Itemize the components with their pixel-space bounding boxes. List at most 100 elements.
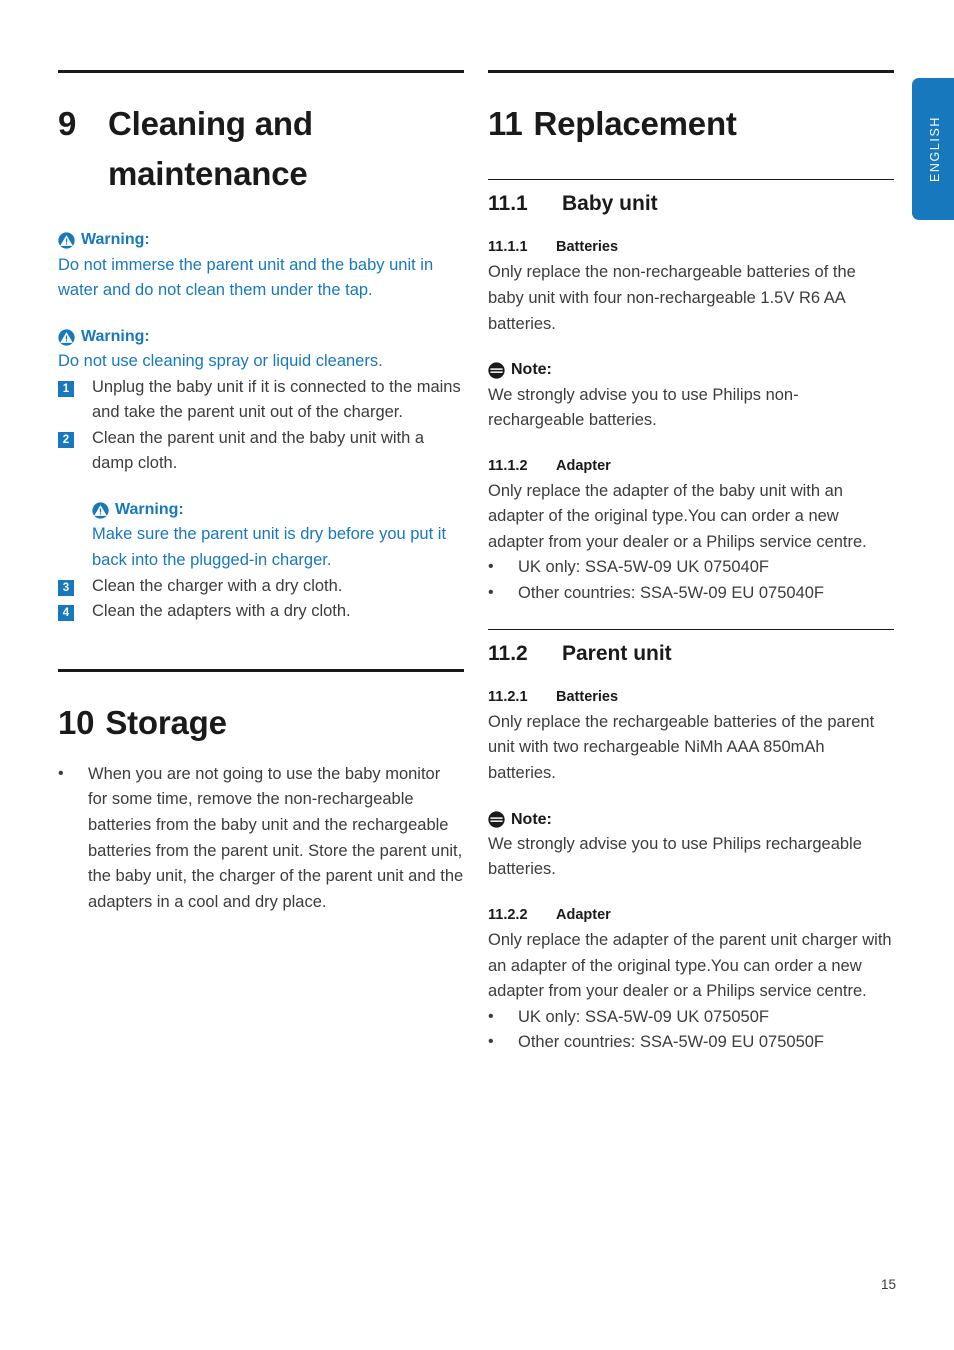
section-11-1-1-heading: 11.1.1 Batteries: [488, 237, 894, 258]
section-11-2-2-text: Only replace the adapter of the parent u…: [488, 931, 892, 1001]
step-text: Clean the adapters with a dry cloth.: [92, 602, 351, 621]
step-item: 1 Unplug the baby unit if it is connecte…: [58, 375, 464, 426]
section-11-2-2-number: 11.2.2: [488, 907, 528, 924]
bullet-text: When you are not going to use the baby m…: [88, 764, 464, 911]
cleaning-steps-b: 3 Clean the charger with a dry cloth. 4 …: [58, 574, 464, 625]
chapter-9-title-line1: Cleaning and: [108, 105, 313, 142]
bullet-marker: •: [488, 583, 494, 601]
warning-block-2: Warning: Do not use cleaning spray or li…: [58, 326, 464, 375]
warning-3-header: Warning:: [92, 499, 464, 521]
chapter-rule-top: [58, 70, 464, 73]
section-11-2-1-text: Only replace the rechargeable batteries …: [488, 712, 875, 782]
section-11-2-title: Parent unit: [562, 641, 672, 665]
step-number-badge: 1: [58, 380, 74, 397]
bullet-marker: •: [58, 764, 64, 782]
section-11-1-rule: [488, 179, 894, 181]
step-item: 4 Clean the adapters with a dry cloth.: [58, 599, 464, 625]
section-11-1-1-title: Batteries: [556, 239, 619, 256]
section-11-1-title: Baby unit: [562, 192, 658, 216]
section-11-1-1-number: 11.1.1: [488, 239, 528, 256]
section-11-2-rule: [488, 628, 894, 630]
warning-3-label: Warning:: [115, 501, 184, 519]
step-number-badge: 3: [58, 579, 74, 596]
section-11-2-1-title: Batteries: [556, 688, 619, 705]
section-11-1-2-heading: 11.1.2 Adapter: [488, 456, 894, 477]
warning-2-text: Do not use cleaning spray or liquid clea…: [58, 352, 383, 371]
note-2-text: We strongly advise you to use Philips re…: [488, 834, 862, 879]
note-1-header: Note:: [488, 359, 894, 381]
section-11-1-number: 11.1: [488, 192, 528, 216]
chapter-10-title: Storage: [105, 703, 227, 741]
chapter-9-number: 9: [58, 105, 77, 142]
warning-1-text: Do not immerse the parent unit and the b…: [58, 255, 434, 300]
chapter-11-heading: 11 Replacement: [488, 99, 894, 149]
warning-block-3: Warning: Make sure the parent unit is dr…: [92, 499, 464, 574]
warning-icon: [92, 502, 109, 519]
bullet-text: Other countries: SSA-5W-09 EU 075040F: [518, 583, 825, 602]
chapter-11-title: Replacement: [533, 105, 737, 142]
warning-1-label: Warning:: [81, 231, 150, 249]
warning-2-header: Warning:: [58, 326, 464, 348]
section-11-1-1-text: Only replace the non-rechargeable batter…: [488, 263, 856, 333]
warning-3-text: Make sure the parent unit is dry before …: [92, 525, 447, 569]
chapter-10-number: 10: [58, 703, 95, 741]
list-item: • Other countries: SSA-5W-09 EU 075050F: [488, 1030, 894, 1056]
list-item: • When you are not going to use the baby…: [58, 762, 464, 915]
language-tab-english: ENGLISH: [912, 78, 954, 220]
warning-1-header: Warning:: [58, 229, 464, 251]
warning-icon: [58, 328, 75, 346]
note-block-1: Note: We strongly advise you to use Phil…: [488, 359, 894, 434]
section-11-2-number: 11.2: [488, 641, 528, 665]
cleaning-steps-a: 1 Unplug the baby unit if it is connecte…: [58, 375, 464, 477]
warning-block-1: Warning: Do not immerse the parent unit …: [58, 229, 464, 304]
note-icon: [488, 362, 505, 379]
bullet-marker: •: [488, 558, 494, 576]
bullet-marker: •: [488, 1033, 494, 1051]
list-item: • UK only: SSA-5W-09 UK 075040F: [488, 555, 894, 581]
bullet-marker: •: [488, 1007, 494, 1025]
step-text: Unplug the baby unit if it is connected …: [92, 377, 461, 422]
storage-bullet-list: • When you are not going to use the baby…: [58, 762, 464, 915]
storage-rule-top: [58, 668, 464, 672]
chapter-11-rule-top: [488, 70, 894, 73]
step-text: Clean the parent unit and the baby unit …: [92, 428, 425, 473]
section-11-1-2-number: 11.1.2: [488, 457, 528, 474]
section-11-2-1-number: 11.2.1: [488, 688, 528, 705]
bullet-text: UK only: SSA-5W-09 UK 075050F: [518, 1007, 769, 1026]
step-item: 2 Clean the parent unit and the baby uni…: [58, 426, 464, 477]
bullet-text: Other countries: SSA-5W-09 EU 075050F: [518, 1033, 825, 1052]
list-item: • Other countries: SSA-5W-09 EU 075040F: [488, 581, 894, 607]
list-item: • UK only: SSA-5W-09 UK 075050F: [488, 1005, 894, 1031]
warning-icon: [58, 232, 75, 249]
section-11-2-heading: 11.2 Parent unit: [488, 640, 894, 667]
right-column: 11 Replacement 11.1 Baby unit 11.1.1 Batter…: [488, 70, 894, 1056]
note-block-2: Note: We strongly advise you to use Phil…: [488, 809, 894, 884]
page-number: 15: [880, 1277, 896, 1292]
chapter-9-title-line2: maintenance: [108, 155, 308, 193]
left-column: 9 Cleaning and maintenance Warning: Do no…: [58, 70, 464, 915]
note-icon: [488, 811, 505, 828]
section-11-2-2-heading: 11.2.2 Adapter: [488, 905, 894, 926]
chapter-9-heading: 9 Cleaning and maintenance: [58, 99, 464, 199]
adapter-2-bullet-list: • UK only: SSA-5W-09 UK 075050F • Other …: [488, 1005, 894, 1056]
section-11-2-1-heading: 11.2.1 Batteries: [488, 687, 894, 708]
step-number-badge: 2: [58, 431, 74, 448]
language-tab-label: ENGLISH: [928, 115, 942, 183]
section-11-1-2-text: Only replace the adapter of the baby uni…: [488, 481, 867, 551]
bullet-text: UK only: SSA-5W-09 UK 075040F: [518, 558, 769, 577]
section-11-2-2-title: Adapter: [556, 907, 611, 924]
chapter-11-number: 11: [488, 105, 523, 142]
note-1-text: We strongly advise you to use Philips no…: [488, 385, 799, 430]
step-number-badge: 4: [58, 605, 74, 622]
step-text: Clean the charger with a dry cloth.: [92, 576, 343, 595]
note-1-label: Note:: [511, 361, 552, 379]
note-2-header: Note:: [488, 809, 894, 831]
note-2-label: Note:: [511, 810, 552, 828]
step-item: 3 Clean the charger with a dry cloth.: [58, 574, 464, 600]
section-11-1-heading: 11.1 Baby unit: [488, 190, 894, 217]
adapter-1-bullet-list: • UK only: SSA-5W-09 UK 075040F • Other …: [488, 555, 894, 606]
chapter-10-heading: 10 Storage: [58, 698, 464, 748]
document-page: ENGLISH 9 Cleaning and maintenance Warnin…: [0, 0, 954, 1350]
warning-2-label: Warning:: [81, 327, 150, 345]
section-11-1-2-title: Adapter: [556, 457, 611, 474]
